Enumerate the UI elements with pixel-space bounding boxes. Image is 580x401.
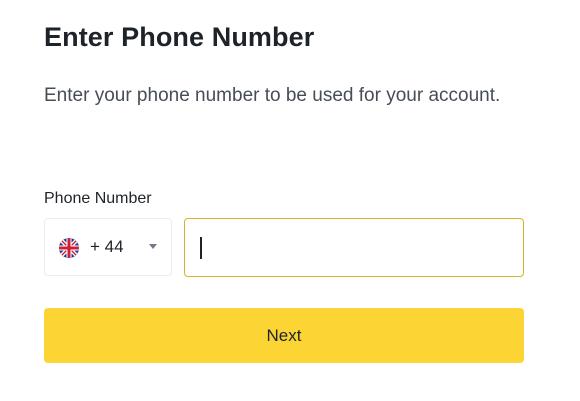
next-button[interactable]: Next	[44, 308, 524, 363]
phone-number-input[interactable]	[184, 218, 524, 277]
dial-code: + 44	[90, 237, 124, 256]
phone-number-form: Enter Phone Number Enter your phone numb…	[0, 0, 580, 401]
phone-number-label: Phone Number	[44, 190, 152, 207]
page-title: Enter Phone Number	[44, 22, 315, 52]
page-subtitle: Enter your phone number to be used for y…	[44, 85, 501, 106]
chevron-down-icon	[149, 244, 157, 249]
text-cursor	[200, 237, 202, 259]
uk-flag-icon	[59, 238, 79, 258]
country-code-select[interactable]: + 44	[44, 218, 172, 276]
